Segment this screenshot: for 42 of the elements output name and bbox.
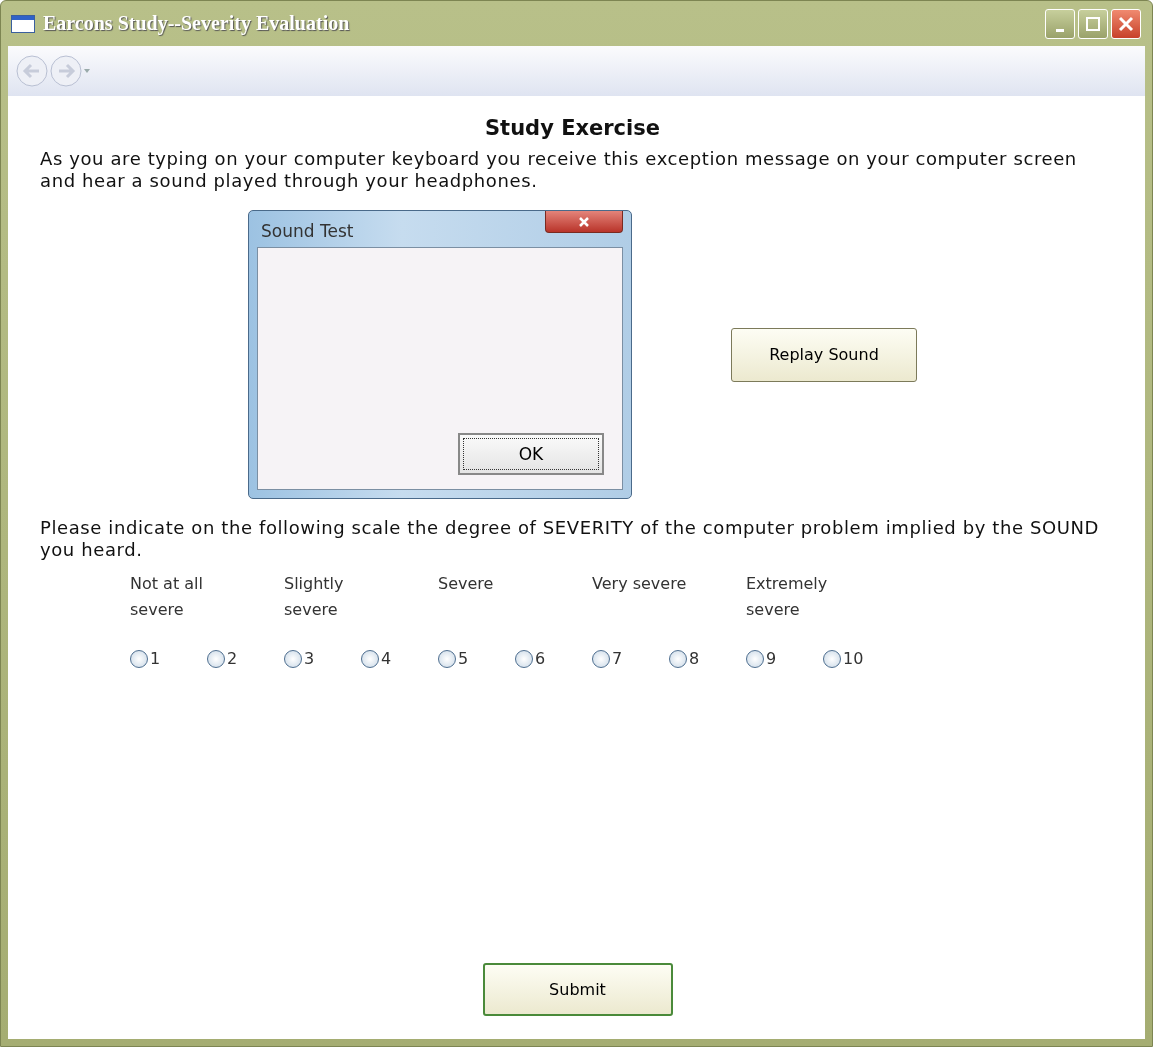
radio-button[interactable] (284, 649, 302, 668)
scale-label: Very severe (592, 573, 688, 595)
rating-option[interactable]: 7 (592, 649, 669, 668)
minimize-icon (1056, 29, 1064, 32)
scale-label: Severe (438, 573, 495, 595)
dialog-close-button[interactable] (545, 211, 623, 233)
rating-option[interactable]: 10 (823, 649, 900, 668)
question-text: Please indicate on the following scale the degree of SEVERITY of the computer problem implied by the SOUND you heard. (40, 517, 1101, 561)
close-icon (578, 215, 590, 228)
rating-option[interactable]: 9 (746, 649, 823, 668)
close-icon (1118, 15, 1134, 32)
rating-option[interactable]: 2 (207, 649, 284, 668)
window-title: Earcons Study--Severity Evaluation (43, 12, 350, 35)
intro-text: As you are typing on your computer keyboard you receive this exception message on your computer screen and hear a sound played through your headphones. (40, 148, 1078, 192)
rating-option[interactable]: 1 (130, 649, 207, 668)
replay-sound-button[interactable]: Replay Sound (731, 327, 917, 382)
rating-option[interactable]: 4 (361, 649, 438, 668)
submit-button[interactable]: Submit (482, 963, 673, 1016)
ok-button[interactable]: OK (458, 433, 604, 475)
radio-button[interactable] (130, 649, 148, 668)
rating-option[interactable]: 3 (284, 649, 361, 668)
radio-button[interactable] (515, 649, 533, 668)
window-icon (11, 14, 35, 33)
rating-option[interactable]: 6 (515, 649, 592, 668)
maximize-button[interactable] (1078, 8, 1108, 39)
radio-button[interactable] (669, 649, 687, 668)
radio-button[interactable] (438, 649, 456, 668)
radio-button[interactable] (746, 649, 764, 668)
scale-label: Not at all severe (130, 573, 204, 621)
rating-option[interactable]: 5 (438, 649, 515, 668)
radio-button[interactable] (592, 649, 610, 668)
maximize-icon (1086, 16, 1100, 31)
scale-label: Slightly severe (284, 573, 345, 621)
radio-button[interactable] (361, 649, 379, 668)
minimize-button[interactable] (1045, 8, 1075, 39)
radio-button[interactable] (823, 649, 841, 668)
close-button[interactable] (1111, 8, 1141, 39)
radio-button[interactable] (207, 649, 225, 668)
dialog-title: Sound Test (261, 221, 354, 241)
page-heading: Study Exercise (484, 116, 661, 140)
scale-label: Extremely severe (746, 573, 829, 621)
rating-option[interactable]: 8 (669, 649, 746, 668)
